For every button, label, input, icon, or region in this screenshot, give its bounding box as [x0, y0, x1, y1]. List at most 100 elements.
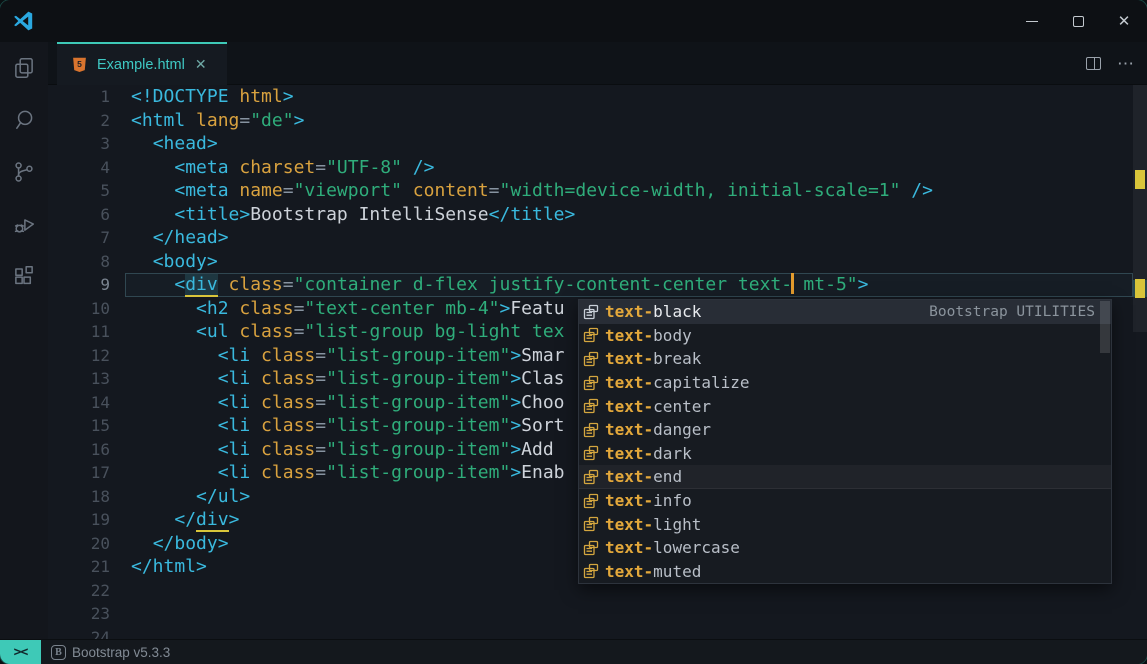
code-token: "width=device-width, initial-scale=1"	[500, 180, 901, 201]
code-token: <li	[218, 462, 251, 483]
code-token: </html>	[131, 556, 207, 577]
code-token	[131, 227, 153, 248]
code-token: "container d-flex justify-content-center…	[294, 274, 793, 295]
suggestion-item-text-danger[interactable]: text-danger	[579, 418, 1111, 442]
code-token: <title>	[174, 204, 250, 225]
code-token: class	[229, 321, 294, 342]
code-token: "text-center mb-4"	[304, 298, 499, 319]
code-line-content: <div class="container d-flex justify-con…	[125, 273, 1133, 297]
code-line[interactable]: 24	[48, 626, 1147, 640]
bootstrap-version-label: Bootstrap v5.3.3	[72, 645, 170, 660]
close-icon: ✕	[1118, 14, 1131, 29]
code-token	[131, 298, 196, 319]
split-editor-icon[interactable]	[1086, 57, 1101, 70]
code-token: =	[489, 180, 500, 201]
code-token: </	[174, 509, 196, 530]
code-token: </head>	[153, 227, 229, 248]
code-line[interactable]: 3 <head>	[48, 132, 1147, 156]
status-bootstrap-version[interactable]: B Bootstrap v5.3.3	[51, 645, 170, 660]
line-number: 1	[48, 85, 125, 109]
close-button[interactable]: ✕	[1101, 0, 1147, 42]
suggest-scrollbar-thumb[interactable]	[1100, 301, 1110, 353]
suggestion-item-text-muted[interactable]: text-muted	[579, 560, 1111, 584]
suggestion-label: text-end	[605, 467, 682, 486]
symbol-class-icon	[583, 493, 599, 509]
symbol-class-icon	[583, 422, 599, 438]
tab-example-html[interactable]: 5 Example.html ✕	[57, 42, 227, 85]
suggestion-item-text-dark[interactable]: text-dark	[579, 442, 1111, 466]
suggestion-item-text-black[interactable]: text-blackBootstrap UTILITIES	[579, 300, 1111, 324]
code-line-content	[125, 602, 1133, 626]
line-number: 17	[48, 461, 125, 485]
title-bar: ✕	[0, 0, 1147, 42]
suggestion-item-text-body[interactable]: text-body	[579, 324, 1111, 348]
suggestion-label: text-break	[605, 349, 701, 368]
remote-indicator-button[interactable]: ><	[0, 640, 41, 664]
line-number: 2	[48, 109, 125, 133]
overview-warning-marker	[1135, 170, 1145, 189]
symbol-class-icon	[583, 445, 599, 461]
code-token: <meta	[174, 157, 228, 178]
editor-scrollbar[interactable]	[1133, 85, 1147, 639]
sidebar-item-explorer[interactable]	[0, 42, 48, 94]
suggestion-label: text-body	[605, 326, 692, 345]
code-token: </ul>	[196, 486, 250, 507]
line-number: 11	[48, 320, 125, 344]
line-number: 20	[48, 532, 125, 556]
code-token	[131, 321, 196, 342]
code-token: "de"	[250, 110, 293, 131]
code-token: class	[218, 274, 283, 295]
minimize-button[interactable]	[1009, 0, 1055, 42]
sidebar-item-run-debug[interactable]	[0, 198, 48, 250]
suggestion-label: text-dark	[605, 444, 692, 463]
code-token: =	[239, 110, 250, 131]
code-token: =	[283, 180, 294, 201]
symbol-class-icon	[583, 327, 599, 343]
code-line-content: </head>	[125, 226, 1133, 250]
code-token: content	[402, 180, 489, 201]
suggestion-item-text-center[interactable]: text-center	[579, 394, 1111, 418]
code-line[interactable]: 7 </head>	[48, 226, 1147, 250]
suggestion-item-text-info[interactable]: text-info	[579, 489, 1111, 513]
line-number: 22	[48, 579, 125, 603]
tab-close-icon[interactable]: ✕	[195, 56, 207, 73]
maximize-button[interactable]	[1055, 0, 1101, 42]
extensions-icon	[11, 263, 37, 289]
suggestion-item-text-end[interactable]: text-end	[579, 465, 1111, 489]
code-token: <li	[218, 439, 251, 460]
code-token: "UTF-8"	[326, 157, 402, 178]
suggestion-item-text-break[interactable]: text-break	[579, 347, 1111, 371]
code-line[interactable]: 2<html lang="de">	[48, 109, 1147, 133]
sidebar-item-search[interactable]	[0, 94, 48, 146]
line-number: 7	[48, 226, 125, 250]
svg-text:5: 5	[77, 59, 82, 69]
sidebar-item-source-control[interactable]	[0, 146, 48, 198]
code-token: <meta	[174, 180, 228, 201]
suggestion-item-text-light[interactable]: text-light	[579, 512, 1111, 536]
code-line[interactable]: 9 <div class="container d-flex justify-c…	[48, 273, 1147, 297]
code-line[interactable]: 5 <meta name="viewport" content="width=d…	[48, 179, 1147, 203]
code-line[interactable]: 6 <title>Bootstrap IntelliSense</title>	[48, 203, 1147, 227]
code-line[interactable]: 23	[48, 602, 1147, 626]
remote-icon: ><	[14, 645, 28, 660]
status-bar: >< B Bootstrap v5.3.3	[0, 639, 1147, 664]
code-token: >	[510, 368, 521, 389]
code-token: class	[250, 392, 315, 413]
suggestion-item-text-capitalize[interactable]: text-capitalize	[579, 371, 1111, 395]
code-token: Sort	[521, 415, 564, 436]
intellisense-suggest-widget: text-blackBootstrap UTILITIES text-body te…	[578, 299, 1112, 584]
suggestion-label: text-lowercase	[605, 538, 740, 557]
suggestion-label: text-muted	[605, 562, 701, 581]
code-line[interactable]: 1<!DOCTYPE html>	[48, 85, 1147, 109]
code-line[interactable]: 8 <body>	[48, 250, 1147, 274]
code-line[interactable]: 4 <meta charset="UTF-8" />	[48, 156, 1147, 180]
code-line-content: <head>	[125, 132, 1133, 156]
code-token: Smar	[521, 345, 564, 366]
suggestion-item-text-lowercase[interactable]: text-lowercase	[579, 536, 1111, 560]
html5-icon: 5	[71, 56, 88, 74]
minimize-icon	[1026, 21, 1038, 22]
code-token: Add	[521, 439, 554, 460]
more-actions-icon[interactable]: ⋯	[1117, 54, 1135, 74]
code-token: <li	[218, 368, 251, 389]
sidebar-item-extensions[interactable]	[0, 250, 48, 302]
